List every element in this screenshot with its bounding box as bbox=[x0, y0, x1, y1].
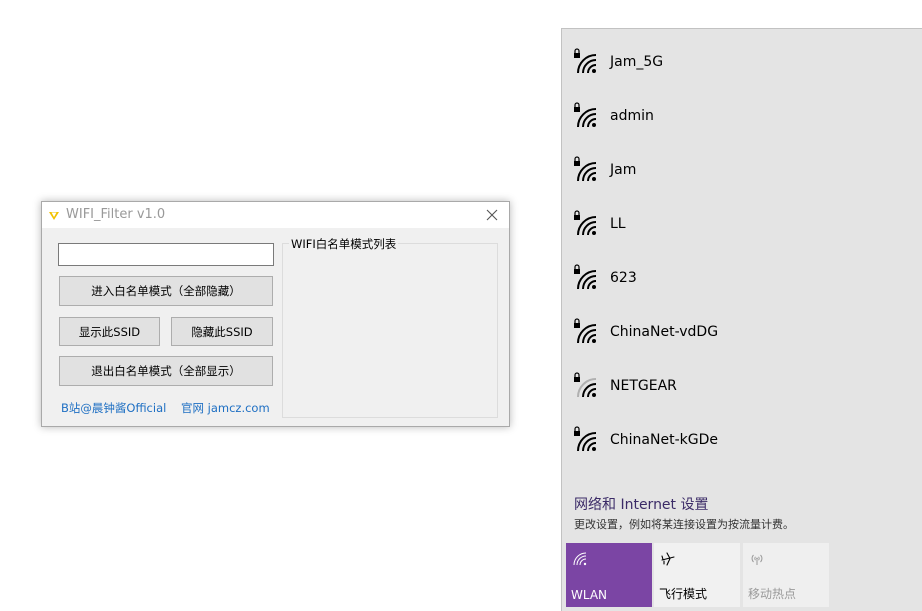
website-link[interactable]: 官网 jamcz.com bbox=[181, 400, 270, 416]
app-logo-icon bbox=[49, 212, 59, 220]
network-name: ChinaNet-kGDe bbox=[610, 432, 718, 448]
network-name: ChinaNet-vdDG bbox=[610, 324, 719, 340]
network-name: 623 bbox=[610, 270, 637, 286]
close-button[interactable] bbox=[475, 202, 509, 228]
secured-wifi-icon bbox=[574, 372, 597, 398]
enter-whitelist-button[interactable]: 进入白名单模式（全部隐藏） bbox=[59, 276, 273, 306]
network-item[interactable]: LL bbox=[562, 195, 922, 249]
network-settings-description: 更改设置，例如将某连接设置为按流量计费。 bbox=[574, 518, 794, 531]
secured-wifi-icon bbox=[574, 210, 597, 236]
window-title: WIFI_Filter v1.0 bbox=[66, 207, 166, 222]
ssid-input[interactable] bbox=[58, 243, 274, 266]
bilibili-link[interactable]: B站@晨钟酱Official bbox=[61, 400, 166, 416]
whitelist-group-box: WIFI白名单模式列表 bbox=[282, 236, 498, 418]
secured-wifi-icon bbox=[574, 426, 597, 452]
secured-wifi-icon bbox=[574, 264, 597, 290]
network-name: LL bbox=[610, 216, 626, 232]
hide-ssid-button[interactable]: 隐藏此SSID bbox=[171, 317, 273, 346]
mobile-hotspot-label: 移动热点 bbox=[748, 587, 797, 601]
mobile-hotspot-tile[interactable]: 移动热点 bbox=[743, 543, 829, 607]
secured-wifi-icon bbox=[574, 102, 597, 128]
hotspot-icon bbox=[751, 554, 763, 565]
close-icon bbox=[486, 209, 498, 221]
whitelist-group-label: WIFI白名单模式列表 bbox=[289, 236, 399, 252]
wifi-icon bbox=[573, 552, 587, 566]
network-flyout: Jam_5G admin Jam LL 623 ChinaNet-vdDG NE… bbox=[561, 28, 922, 611]
wifi-filter-window: WIFI_Filter v1.0 进入白名单模式（全部隐藏） 显示此SSID 隐… bbox=[41, 201, 510, 427]
network-name: Jam_5G bbox=[610, 54, 664, 70]
secured-wifi-icon bbox=[574, 156, 597, 182]
network-settings-link[interactable]: 网络和 Internet 设置 bbox=[574, 494, 709, 514]
secured-wifi-icon bbox=[574, 48, 597, 74]
title-bar[interactable]: WIFI_Filter v1.0 bbox=[42, 202, 509, 228]
network-name: NETGEAR bbox=[610, 378, 677, 394]
secured-wifi-icon bbox=[574, 318, 597, 344]
network-list[interactable]: Jam_5G admin Jam LL 623 ChinaNet-vdDG NE… bbox=[562, 29, 922, 484]
network-name: Jam bbox=[610, 162, 637, 178]
network-item[interactable]: 623 bbox=[562, 249, 922, 303]
network-item[interactable]: ChinaNet-vdDG bbox=[562, 303, 922, 357]
network-item[interactable]: Jam_5G bbox=[562, 33, 922, 87]
show-ssid-button[interactable]: 显示此SSID bbox=[59, 317, 160, 346]
network-name: admin bbox=[610, 108, 654, 124]
airplane-mode-label: 飞行模式 bbox=[659, 587, 708, 601]
wlan-tile[interactable]: WLAN bbox=[566, 543, 652, 607]
airplane-icon bbox=[661, 552, 675, 566]
network-item[interactable]: Jam bbox=[562, 141, 922, 195]
network-item[interactable]: ChinaNet-kGDe bbox=[562, 411, 922, 465]
network-item[interactable]: NETGEAR bbox=[562, 357, 922, 411]
network-item[interactable]: admin bbox=[562, 87, 922, 141]
airplane-mode-tile[interactable]: 飞行模式 bbox=[654, 543, 740, 607]
exit-whitelist-button[interactable]: 退出白名单模式（全部显示） bbox=[59, 356, 273, 386]
wlan-label: WLAN bbox=[571, 588, 608, 602]
